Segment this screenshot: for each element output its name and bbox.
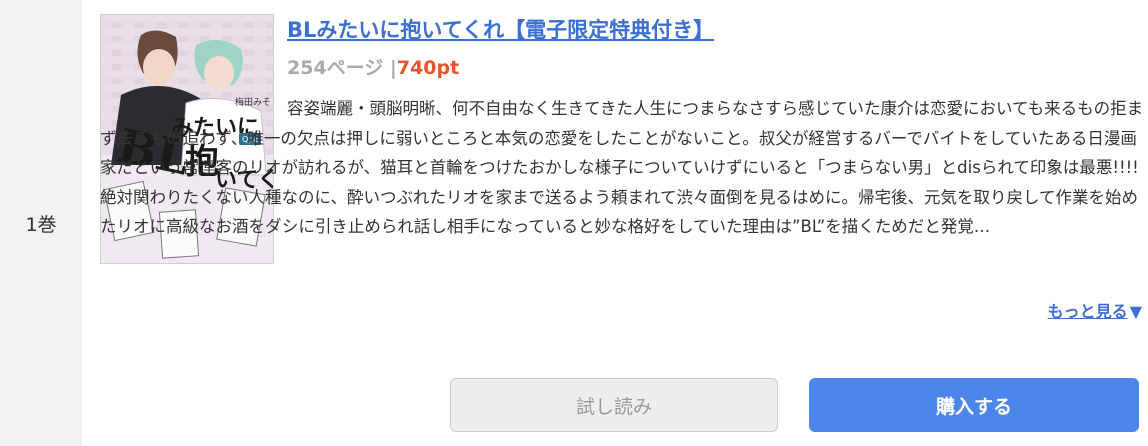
show-more-link[interactable]: もっと見る ▼ xyxy=(1048,298,1142,322)
volume-row: 1巻 BL みたいに 抱 いて 梅田みそ Qpa BLみたいに抱いてくれ【電子限… xyxy=(0,0,1148,446)
meta-separator: | xyxy=(389,57,397,79)
book-meta: 254ページ |740pt xyxy=(287,53,459,80)
book-description: 容姿端麗・頭脳明晰、何不自由なく生きてきた人生につまらなさすら感じていた康介は恋… xyxy=(100,99,1144,237)
volume-column: 1巻 xyxy=(0,0,82,446)
trial-read-button[interactable]: 試し読み xyxy=(450,378,778,432)
show-more-label: もっと見る xyxy=(1047,302,1128,321)
buy-button[interactable]: 購入する xyxy=(809,378,1139,432)
book-title-link[interactable]: BLみたいに抱いてくれ【電子限定特典付き】 xyxy=(287,14,714,44)
volume-label: 1巻 xyxy=(25,213,57,236)
chevron-down-icon: ▼ xyxy=(1129,302,1142,321)
page-count: 254ページ xyxy=(287,57,384,79)
price: 740pt xyxy=(396,57,460,79)
